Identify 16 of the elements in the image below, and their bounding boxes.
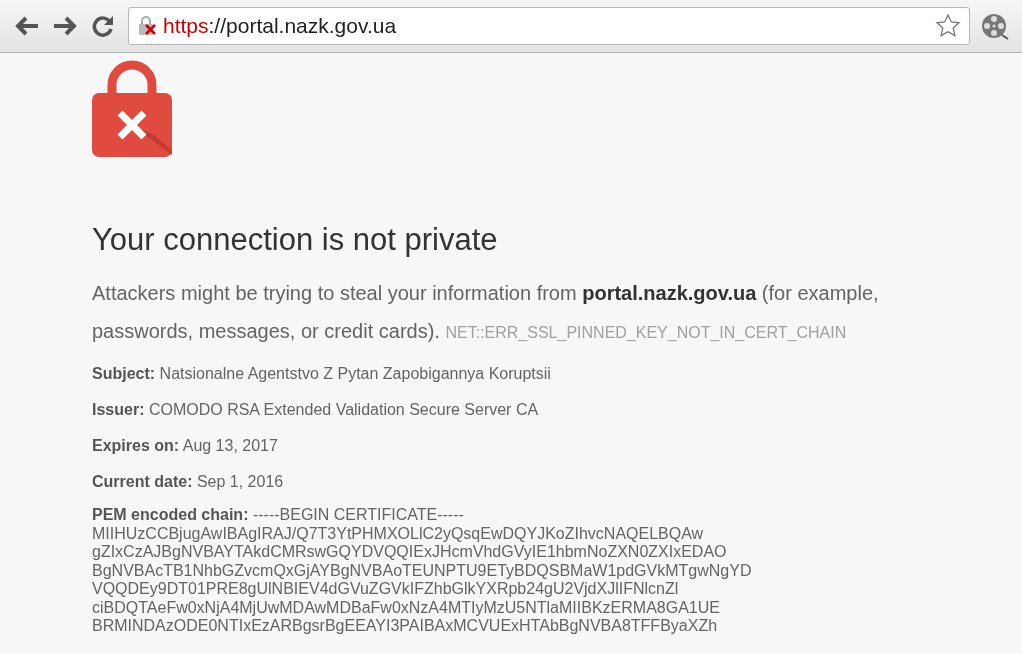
error-heading: Your connection is not private [92,221,499,259]
forward-arrow-icon [52,15,78,37]
pem-chain-text: PEM encoded chain: -----BEGIN CERTIFICATE----- MIIHUzCCBjugAwIBAgIRAJ/Q7T3YtPHMXOLlC2yQsqEwDQYJKoZIhvcNAQELBQAw gZIxCzAJBgNVBAYTAkdCMRswGQYDVQQIExJHcmVhdGVyIE1hbmNoZXN0ZXIxEDAO BgNVBAcTB1NhbGZvcmQxGjAYBgNVBAoTEUNPTU9ETyBDQSBMaW1pdGVkMTgwNgYD VQQDEy9DT01PRE8gUlNBIEV4dGVuZGVkIFZhbGlkYXRpb24gU2VjdXJlIFNlcnZl ciBDQTAeFw0xNjA4MjUwMDAwMDBaFw0xNzA4MTIyMzU5NTlaMIIBKzERMA8GA1UE BRMINDAzODE0NTIxEzARBgsrBgEEAYI3PAIBAxMCVUExHTAbBgNVBA8TFFByaXZh [92,506,753,636]
address-bar[interactable]: https://portal.nazk.gov.ua [128,7,970,45]
back-arrow-icon [14,15,40,37]
lock-error-icon [92,59,172,157]
error-message: Attackers might be trying to steal your information from portal.nazk.gov.ua (for example, passwords, messages, or credit cards). NET::ERR_SSL_PINNED_KEY_NOT_IN_CERT_CHAIN [92,281,880,345]
broken-lock-icon [137,15,159,37]
detail-line: Issuer: COMODO RSA Extended Validation Secure Server CA [92,400,540,421]
url-text: https://portal.nazk.gov.ua [163,13,397,40]
detail-line: Current date: Sep 1, 2016 [92,472,285,493]
film-reel-icon [980,11,1010,41]
reload-icon [91,14,115,38]
detail-line: Expires on: Aug 13, 2017 [92,436,279,457]
star-icon [935,13,961,39]
detail-line: Subject: Natsionalne Agentstvo Z Pytan Zapobigannya Koruptsii [92,364,552,385]
